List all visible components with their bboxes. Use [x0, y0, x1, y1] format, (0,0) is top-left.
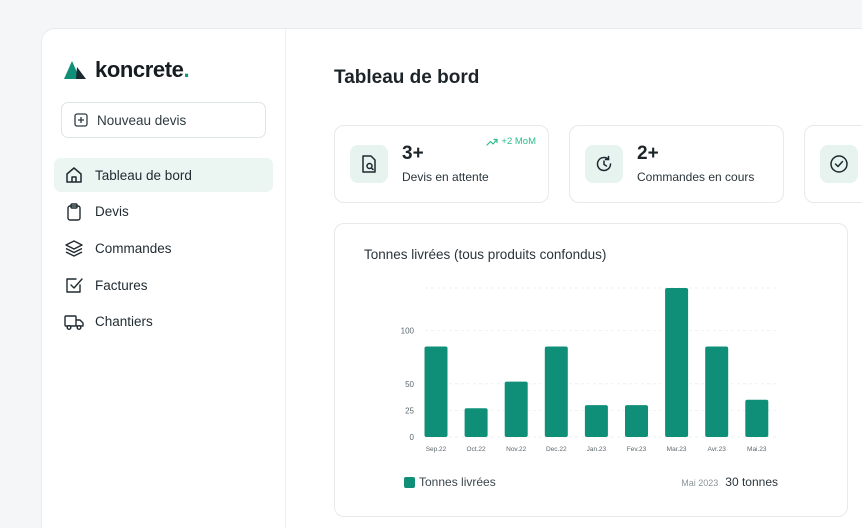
y-tick-label: 100 — [401, 327, 415, 336]
trend-label: +2 MoM — [501, 136, 536, 147]
stat-icon-bg — [350, 145, 388, 183]
sidebar-item-label: Factures — [95, 277, 148, 293]
sidebar-item-label: Tableau de bord — [95, 167, 192, 183]
document-search-icon — [362, 155, 376, 173]
bar — [665, 288, 689, 437]
layers-icon — [65, 240, 83, 258]
clock-refresh-icon — [596, 155, 612, 172]
sidebar-item-commandes[interactable]: Commandes — [54, 231, 273, 265]
sidebar-item-label: Commandes — [95, 240, 172, 256]
sidebar: koncrete. Nouveau devis Tableau de bord … — [42, 29, 286, 528]
x-tick-label: Dec.22 — [546, 446, 567, 453]
sidebar-nav: Tableau de bord Devis Commandes Factures — [54, 158, 273, 341]
bar — [745, 399, 769, 437]
stat-value: 2+ — [637, 143, 659, 164]
deliveries-chart-card: Tonnes livrées (tous produits confondus)… — [334, 223, 848, 517]
bar — [544, 346, 568, 437]
stat-card-devis[interactable]: 3+ Devis en attente +2 MoM — [334, 125, 549, 203]
stat-icon-bg — [820, 145, 858, 183]
new-quote-button[interactable]: Nouveau devis — [61, 102, 266, 138]
legend-label: Tonnes livrées — [419, 475, 496, 489]
bar — [625, 405, 648, 437]
stat-label: Commandes en cours — [637, 170, 755, 184]
sidebar-item-chantiers[interactable]: Chantiers — [54, 305, 273, 339]
brand-name: koncrete. — [95, 57, 190, 82]
legend-swatch — [404, 476, 415, 488]
y-tick-label: 50 — [405, 380, 414, 389]
new-quote-label: Nouveau devis — [97, 112, 187, 128]
chart-legend[interactable]: Tonnes livrées — [404, 475, 496, 489]
sidebar-item-devis[interactable]: Devis — [54, 195, 273, 229]
truck-icon — [64, 315, 84, 330]
stat-icon-bg — [585, 145, 623, 183]
chart-summary: Mai 2023 30 tonnes — [681, 475, 778, 489]
x-tick-label: Fev.23 — [627, 446, 647, 453]
sidebar-item-label: Chantiers — [95, 314, 153, 330]
bar — [584, 405, 608, 437]
main-content: Tableau de bord 3+ Devis en attente +2 M… — [286, 29, 862, 528]
bar — [705, 346, 729, 437]
trend-badge: +2 MoM — [486, 136, 536, 147]
y-tick-label: 0 — [410, 433, 415, 442]
x-tick-label: Jan.23 — [587, 446, 607, 453]
x-tick-label: Nov.22 — [506, 446, 526, 453]
x-tick-label: Sep.22 — [426, 446, 447, 453]
bar — [504, 381, 528, 437]
stat-card-commandes[interactable]: 2+ Commandes en cours — [569, 125, 784, 203]
stat-value: 3+ — [402, 143, 424, 164]
summary-value: 30 tonnes — [725, 475, 778, 489]
clipboard-icon — [67, 202, 81, 221]
sidebar-item-label: Devis — [95, 204, 129, 220]
home-icon — [66, 167, 82, 183]
bar — [424, 346, 448, 437]
summary-period: Mai 2023 — [681, 478, 719, 488]
y-tick-label: 25 — [405, 406, 414, 415]
brand-logo[interactable]: koncrete. — [64, 57, 190, 83]
sidebar-item-tableau-de-bord[interactable]: Tableau de bord — [54, 158, 273, 192]
bar — [464, 408, 488, 437]
page-title: Tableau de bord — [334, 67, 480, 88]
checkbox-icon — [66, 278, 83, 293]
sidebar-item-factures[interactable]: Factures — [54, 268, 273, 302]
check-circle-icon — [830, 155, 848, 173]
x-tick-label: Oct.22 — [467, 446, 487, 453]
stat-card-third[interactable] — [804, 125, 862, 203]
app-window: koncrete. Nouveau devis Tableau de bord … — [41, 28, 862, 528]
x-tick-label: Avr.23 — [708, 446, 727, 453]
plus-square-icon — [74, 113, 88, 127]
bar-chart: 0 25 50 100 Sep.22 Oct.22 Nov.22 Dec.22 Jan.23 Fe… — [401, 287, 779, 453]
stat-label: Devis en attente — [402, 170, 489, 184]
x-tick-label: Mar.23 — [667, 446, 687, 453]
trend-up-icon — [486, 138, 499, 146]
x-tick-label: Mai.23 — [747, 446, 767, 453]
logo-mark-icon — [64, 61, 86, 79]
